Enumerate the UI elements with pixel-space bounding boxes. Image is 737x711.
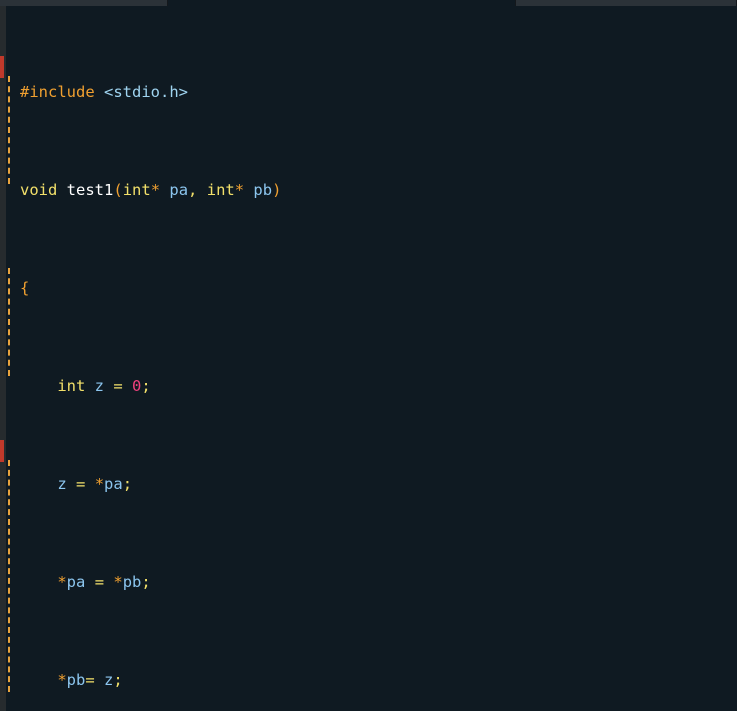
- token-number: 0: [132, 376, 142, 395]
- token-keyword-int: int: [57, 376, 86, 395]
- code-line[interactable]: *pa = *pb;: [14, 570, 737, 595]
- token-assign: =: [94, 572, 105, 591]
- code-line[interactable]: z = *pa;: [14, 472, 737, 497]
- token-var-pa: pa: [66, 572, 86, 591]
- token-paren: (: [113, 180, 123, 199]
- token-star: *: [57, 572, 67, 591]
- token-semicolon: ;: [122, 474, 133, 493]
- code-line[interactable]: {: [14, 276, 737, 301]
- token-keyword-int: int: [206, 180, 235, 199]
- token-var-z: z: [94, 376, 105, 395]
- token-var-pb: pb: [253, 180, 273, 199]
- token-header-name: <stdio.h>: [104, 82, 188, 101]
- token-brace-open: {: [20, 278, 30, 297]
- token-star: *: [94, 474, 105, 493]
- token-var-z: z: [104, 670, 114, 689]
- token-var-z: z: [57, 474, 67, 493]
- token-paren: ): [272, 180, 282, 199]
- gutter-change-mark: [0, 56, 4, 78]
- token-var-pa: pa: [169, 180, 189, 199]
- token-semicolon: ;: [141, 376, 151, 395]
- token-assign: =: [76, 474, 86, 493]
- token-keyword-int: int: [122, 180, 151, 199]
- token-keyword-void: void: [20, 180, 58, 199]
- token-semicolon: ;: [113, 670, 123, 689]
- gutter-change-mark: [0, 440, 4, 462]
- token-comma: ,: [188, 180, 198, 199]
- code-line[interactable]: void test1(int* pa, int* pb): [14, 178, 737, 203]
- token-star: *: [113, 572, 123, 591]
- token-preprocessor: #include: [20, 82, 95, 101]
- token-semicolon: ;: [141, 572, 151, 591]
- token-var-pb: pb: [122, 572, 142, 591]
- code-line[interactable]: #include <stdio.h>: [14, 80, 737, 105]
- token-function-test1: test1: [66, 180, 114, 199]
- code-line[interactable]: int z = 0;: [14, 374, 737, 399]
- token-star: *: [150, 180, 161, 199]
- code-line[interactable]: *pb= z;: [14, 668, 737, 693]
- token-var-pb: pb: [66, 670, 86, 689]
- code-editor-window: #include <stdio.h> void test1(int* pa, i…: [0, 0, 737, 711]
- token-var-pa: pa: [104, 474, 123, 493]
- code-text-area[interactable]: #include <stdio.h> void test1(int* pa, i…: [6, 6, 737, 711]
- token-star: *: [234, 180, 245, 199]
- token-assign: =: [113, 376, 123, 395]
- token-assign: =: [85, 670, 95, 689]
- token-star: *: [57, 670, 67, 689]
